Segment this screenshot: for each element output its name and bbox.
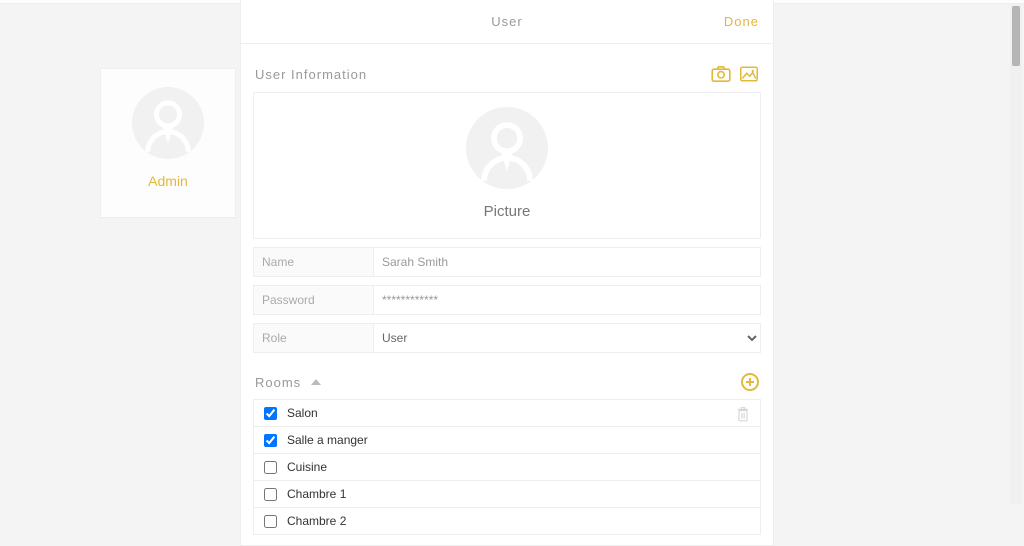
room-row[interactable]: Chambre 1 [254,481,760,508]
room-row[interactable]: Salle a manger [254,427,760,454]
rooms-title: Rooms [255,375,301,390]
scrollbar-track[interactable] [1010,4,1022,504]
admin-card[interactable]: Admin [100,68,236,218]
room-checkbox[interactable] [264,461,277,474]
room-row[interactable]: Cuisine [254,454,760,481]
field-name: Name [253,247,761,277]
name-input[interactable] [374,248,760,276]
room-row[interactable]: Chambre 2 [254,508,760,535]
trash-icon[interactable] [736,406,750,425]
field-password: Password [253,285,761,315]
room-checkbox[interactable] [264,488,277,501]
rooms-list: Salon Salle a manger Cuisine Chambre 1 Chamb… [253,399,761,535]
done-button[interactable]: Done [724,0,759,44]
room-checkbox[interactable] [264,515,277,528]
person-icon [466,107,548,189]
room-label: Chambre 2 [287,514,346,528]
scrollbar-thumb[interactable] [1012,6,1020,66]
add-room-button[interactable] [741,373,759,391]
panel-title: User [491,14,522,29]
chevron-up-icon[interactable] [311,379,321,385]
field-role: Role User [253,323,761,353]
room-label: Salon [287,406,318,420]
picture-avatar [466,107,548,189]
user-info-title: User Information [255,67,367,82]
room-checkbox[interactable] [264,407,277,420]
room-checkbox[interactable] [264,434,277,447]
user-info-header: User Information [253,54,761,92]
picture-box[interactable]: Picture [253,92,761,239]
password-label: Password [253,285,373,315]
picture-caption: Picture [254,203,760,220]
room-label: Salle a manger [287,433,368,447]
room-label: Cuisine [287,460,327,474]
rooms-header: Rooms [253,353,761,399]
name-label: Name [253,247,373,277]
user-panel: User Done User Information [240,0,774,546]
admin-label: Admin [101,173,235,189]
role-select[interactable]: User [374,324,760,352]
panel-header: User Done [241,0,773,44]
avatar-placeholder [132,87,204,159]
image-icon[interactable] [739,64,759,84]
camera-icon[interactable] [711,64,731,84]
password-input[interactable] [374,286,760,314]
room-row[interactable]: Salon [254,400,760,427]
person-icon [132,87,204,159]
room-label: Chambre 1 [287,487,346,501]
role-label: Role [253,323,373,353]
